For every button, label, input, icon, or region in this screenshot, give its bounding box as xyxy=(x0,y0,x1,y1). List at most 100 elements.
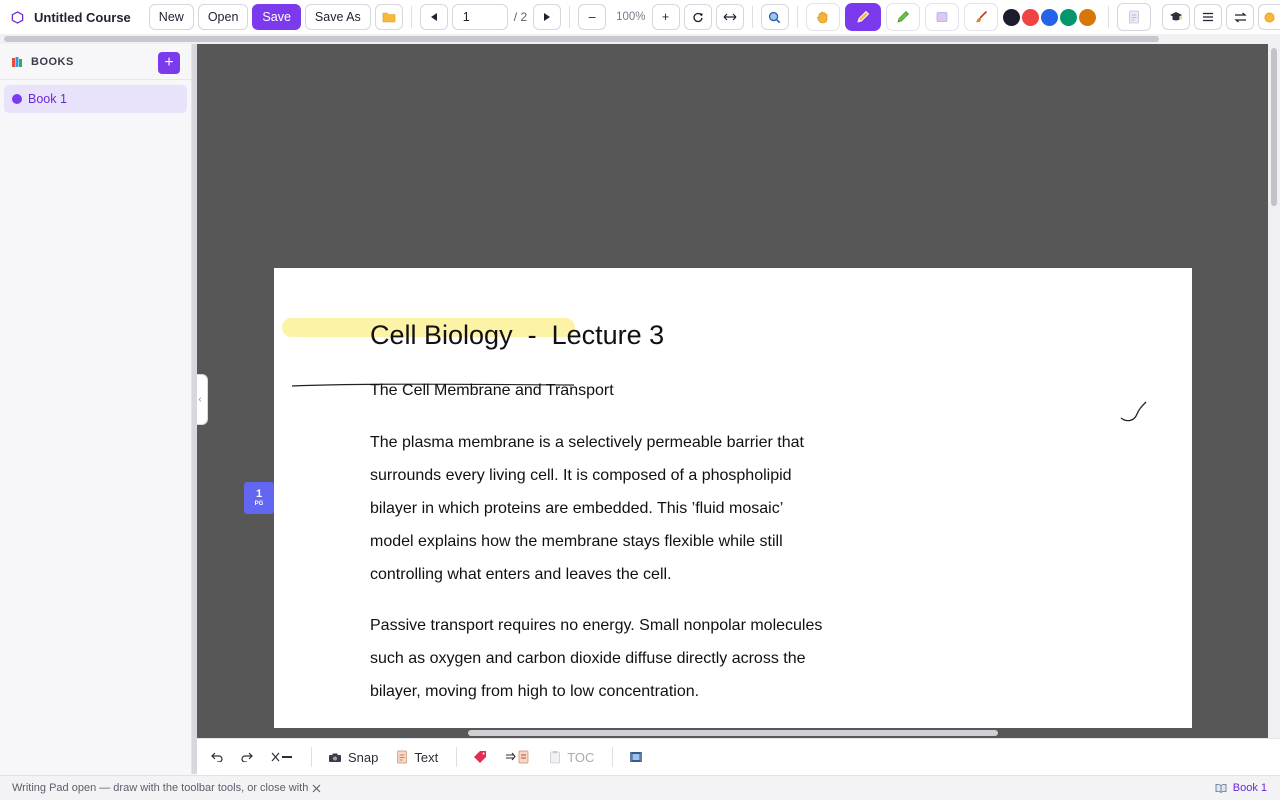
rotate-button[interactable] xyxy=(683,4,712,30)
page-title: Cell Biology - Lecture 3 xyxy=(370,320,665,350)
scrollbar-thumb[interactable] xyxy=(4,36,1159,42)
hand-icon xyxy=(816,11,827,24)
page-number-badge[interactable]: 1 PG xyxy=(244,482,274,514)
eraser-tool-button[interactable] xyxy=(924,3,959,31)
text-line: bilayer, moving from high to low concent… xyxy=(370,683,700,700)
status-book-label: Book 1 xyxy=(1232,782,1267,794)
text-button[interactable]: Text xyxy=(396,750,438,765)
toolbar-divider xyxy=(311,747,312,767)
search-button[interactable] xyxy=(760,4,789,30)
document-page[interactable]: Cell Biology - Lecture 3 The Cell Membra… xyxy=(274,268,1192,734)
highlighter-icon xyxy=(897,11,909,23)
text-line: bilayer in which proteins are embedded. … xyxy=(370,500,784,517)
eraser-icon xyxy=(936,12,947,22)
page-subtitle: The Cell Membrane and Transport xyxy=(370,382,614,399)
new-button[interactable]: New xyxy=(148,4,194,30)
undo-icon xyxy=(211,752,223,762)
color-swatch-black[interactable] xyxy=(1002,8,1020,26)
graduation-cap-icon xyxy=(1170,12,1182,21)
pen-stroke-checkmark xyxy=(1120,401,1147,422)
add-book-button[interactable]: + xyxy=(158,52,180,74)
color-swatch-blue[interactable] xyxy=(1040,8,1058,26)
color-swatch-red[interactable] xyxy=(1021,8,1039,26)
horizontal-scrollbar-top[interactable] xyxy=(0,34,1280,44)
magnifier-icon xyxy=(768,11,781,23)
clear-strokes-button[interactable] xyxy=(271,752,293,762)
text-line: surrounds every living cell. It is compo… xyxy=(370,467,792,484)
undo-button[interactable] xyxy=(211,752,223,762)
brush-tool-button[interactable] xyxy=(963,3,998,31)
color-swatch-green[interactable] xyxy=(1059,8,1077,26)
horizontal-scrollbar[interactable] xyxy=(197,728,1268,738)
open-button[interactable]: Open xyxy=(197,4,249,30)
save-as-button[interactable]: Save As xyxy=(304,4,371,30)
app-logo-icon xyxy=(9,9,25,25)
status-bar: Writing Pad open — draw with the toolbar… xyxy=(0,775,1280,800)
menu-button[interactable] xyxy=(1194,4,1222,30)
prev-page-button[interactable] xyxy=(419,4,448,30)
page-badge-suffix: PG xyxy=(254,500,264,507)
top-toolbar: Untitled Course New Open Save Save As / … xyxy=(0,0,1280,34)
fit-width-icon xyxy=(723,13,736,21)
text-line: model explains how the membrane stays fl… xyxy=(370,533,783,550)
bookmark-button[interactable] xyxy=(473,750,487,764)
clear-strokes-icon xyxy=(271,752,292,762)
swap-button[interactable] xyxy=(1226,4,1254,30)
theme-button[interactable] xyxy=(1258,4,1280,30)
books-icon xyxy=(12,56,22,67)
close-icon[interactable] xyxy=(312,784,321,793)
color-swatch-orange[interactable] xyxy=(1078,8,1096,26)
zoom-level: 100% xyxy=(616,11,646,23)
status-message: Writing Pad open — draw with the toolbar… xyxy=(12,782,309,794)
toc-button[interactable]: TOC xyxy=(549,750,594,765)
hand-tool-button[interactable] xyxy=(805,3,840,31)
toolbar-divider xyxy=(796,6,798,28)
hamburger-icon xyxy=(1203,12,1213,22)
scrollbar-thumb[interactable] xyxy=(468,730,998,736)
snap-button[interactable]: Snap xyxy=(328,750,378,765)
zoom-out-button[interactable]: – xyxy=(578,4,607,30)
open-book-icon xyxy=(1215,783,1227,793)
filmstrip-button[interactable] xyxy=(629,751,643,763)
next-page-button[interactable] xyxy=(533,4,562,30)
scrollbar-thumb[interactable] xyxy=(1271,48,1277,206)
app-title: Untitled Course xyxy=(34,9,131,25)
swap-arrows-icon xyxy=(1233,12,1247,22)
course-button[interactable] xyxy=(1162,4,1190,30)
camera-icon xyxy=(328,752,342,763)
triangle-right-icon xyxy=(544,13,551,21)
books-header: BOOKS + xyxy=(0,44,191,80)
snap-label: Snap xyxy=(348,749,379,765)
notes-button[interactable] xyxy=(1116,3,1151,31)
paragraph: The plasma membrane is a selectively per… xyxy=(370,426,870,591)
bottom-toolbar: Snap Text TOC xyxy=(197,738,1280,775)
book-dot-icon xyxy=(12,94,22,104)
toolbar-divider xyxy=(456,747,458,767)
text-line: Passive transport requires no energy. Sm… xyxy=(370,617,823,634)
filmstrip-icon xyxy=(630,752,643,762)
zoom-in-button[interactable]: + xyxy=(651,4,680,30)
redo-icon xyxy=(241,752,253,762)
save-button[interactable]: Save xyxy=(252,4,301,30)
toolbar-divider xyxy=(410,6,412,28)
redo-button[interactable] xyxy=(241,752,253,762)
collapse-sidebar-button[interactable]: ‹ xyxy=(197,374,208,425)
vertical-scrollbar[interactable] xyxy=(1268,44,1280,738)
pen-tool-button[interactable] xyxy=(844,3,881,31)
sun-icon xyxy=(1264,11,1275,23)
export-to-notes-button[interactable] xyxy=(505,750,531,764)
highlighter-tool-button[interactable] xyxy=(885,3,920,31)
fit-width-button[interactable] xyxy=(715,4,744,30)
clipboard-icon xyxy=(549,750,561,764)
text-label: Text xyxy=(414,749,439,765)
sidebar-item-book-1[interactable]: Book 1 xyxy=(4,85,187,113)
paragraph: Passive transport requires no energy. Sm… xyxy=(370,609,870,708)
document-canvas[interactable]: ‹ Cell Biology - Lecture 3 The Cell Memb… xyxy=(197,44,1280,738)
status-book-indicator[interactable]: Book 1 xyxy=(1215,782,1267,794)
page-number-input[interactable] xyxy=(451,4,508,30)
text-line: The plasma membrane is a selectively per… xyxy=(370,434,804,451)
triangle-left-icon xyxy=(430,13,437,21)
books-sidebar: BOOKS + Book 1 xyxy=(0,44,192,774)
text-line: such as oxygen and carbon dioxide diffus… xyxy=(370,650,806,667)
folder-button[interactable] xyxy=(374,4,403,30)
